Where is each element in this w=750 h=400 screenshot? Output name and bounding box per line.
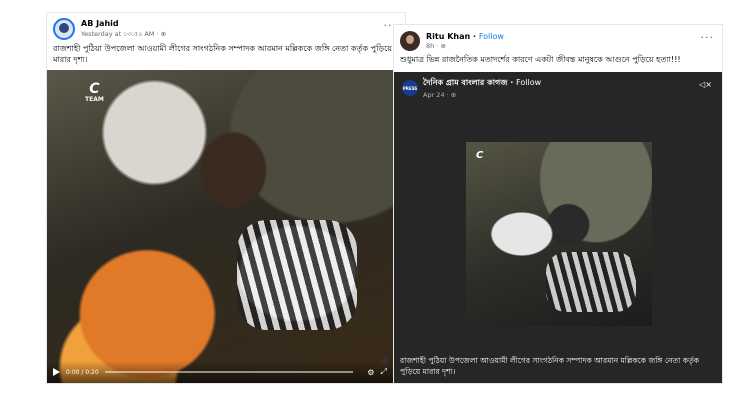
post-meta[interactable]: 8h · ⊕ <box>426 42 504 50</box>
follow-button[interactable]: Follow <box>516 78 541 87</box>
globe-icon: ⊕ <box>450 91 457 99</box>
author-name[interactable]: AB Jahid <box>81 19 166 28</box>
right-post: Ritu Khan · Follow 8h · ⊕ ··· শুধুমাত্র … <box>393 24 723 384</box>
shared-video-caption: রাজশাহী পুঠিয়া উপজেলা আওয়ামী লীগের সাং… <box>400 356 700 376</box>
page-avatar[interactable]: PRESS <box>402 80 418 96</box>
author-avatar[interactable] <box>53 18 75 40</box>
more-options-icon[interactable]: ··· <box>701 31 715 44</box>
video-time: 0:00 / 0:20 <box>66 368 99 376</box>
post-caption: শুধুমাত্র ভিন্ন রাজনৈতিক মতাদর্শের কারণে… <box>400 55 681 64</box>
page-name-line: দৈনিক গ্রাম বাংলার কাগজ · Follow <box>423 77 541 90</box>
video-logo: C <box>476 150 484 161</box>
shared-post-header: PRESS দৈনিক গ্রাম বাংলার কাগজ · Follow A… <box>394 72 722 99</box>
left-post-header: AB Jahid Yesterday at ১৩:৫০ AM · ⊕ ··· <box>47 13 405 40</box>
video-player[interactable]: C TEAM 0:00 / 0:20 ⚙ ⤢ ◀ <box>47 70 405 383</box>
shared-video[interactable]: C <box>466 142 652 326</box>
post-timestamp[interactable]: Yesterday at ১৩:৫০ AM · <box>81 30 161 38</box>
team-logo-letter: C <box>89 81 100 97</box>
shared-post-timestamp[interactable]: Apr 24 · <box>423 91 451 99</box>
team-logo: C TEAM <box>85 82 104 103</box>
video-frame-detail <box>546 252 636 312</box>
right-post-header: Ritu Khan · Follow 8h · ⊕ ··· <box>394 25 722 51</box>
globe-icon: ⊕ <box>440 41 446 50</box>
author-line: Ritu Khan · Follow <box>426 32 504 41</box>
post-meta[interactable]: Yesterday at ১৩:৫০ AM · ⊕ <box>81 29 166 40</box>
globe-icon: ⊕ <box>160 29 167 38</box>
play-icon[interactable] <box>53 368 60 376</box>
left-post: AB Jahid Yesterday at ১৩:৫০ AM · ⊕ ··· র… <box>46 12 406 384</box>
page-name[interactable]: দৈনিক গ্রাম বাংলার কাগজ <box>423 78 507 87</box>
name-separator: · <box>470 31 479 41</box>
post-timestamp[interactable]: 8h · <box>426 42 440 50</box>
shared-post-meta[interactable]: Apr 24 · ⊕ <box>423 91 541 99</box>
shared-post[interactable]: PRESS দৈনিক গ্রাম বাংলার কাগজ · Follow A… <box>394 72 722 383</box>
side-arrow-icon <box>381 356 387 366</box>
team-logo-text: TEAM <box>85 96 104 103</box>
video-frame <box>47 70 405 383</box>
follow-button[interactable]: Follow <box>479 32 504 41</box>
video-frame-detail <box>237 220 357 330</box>
author-avatar[interactable] <box>400 31 420 51</box>
post-caption: রাজশাহী পুঠিয়া উপজেলা আওয়ামী লীগের সাং… <box>53 44 393 64</box>
fullscreen-icon[interactable]: ⤢ <box>380 367 386 377</box>
video-controls: 0:00 / 0:20 ⚙ ⤢ ◀ <box>47 361 405 383</box>
name-separator: · <box>507 78 517 87</box>
settings-gear-icon[interactable]: ⚙ <box>367 368 374 377</box>
author-name[interactable]: Ritu Khan <box>426 32 470 41</box>
mute-icon[interactable]: ◁× <box>699 80 712 89</box>
video-progress-bar[interactable] <box>104 371 354 373</box>
